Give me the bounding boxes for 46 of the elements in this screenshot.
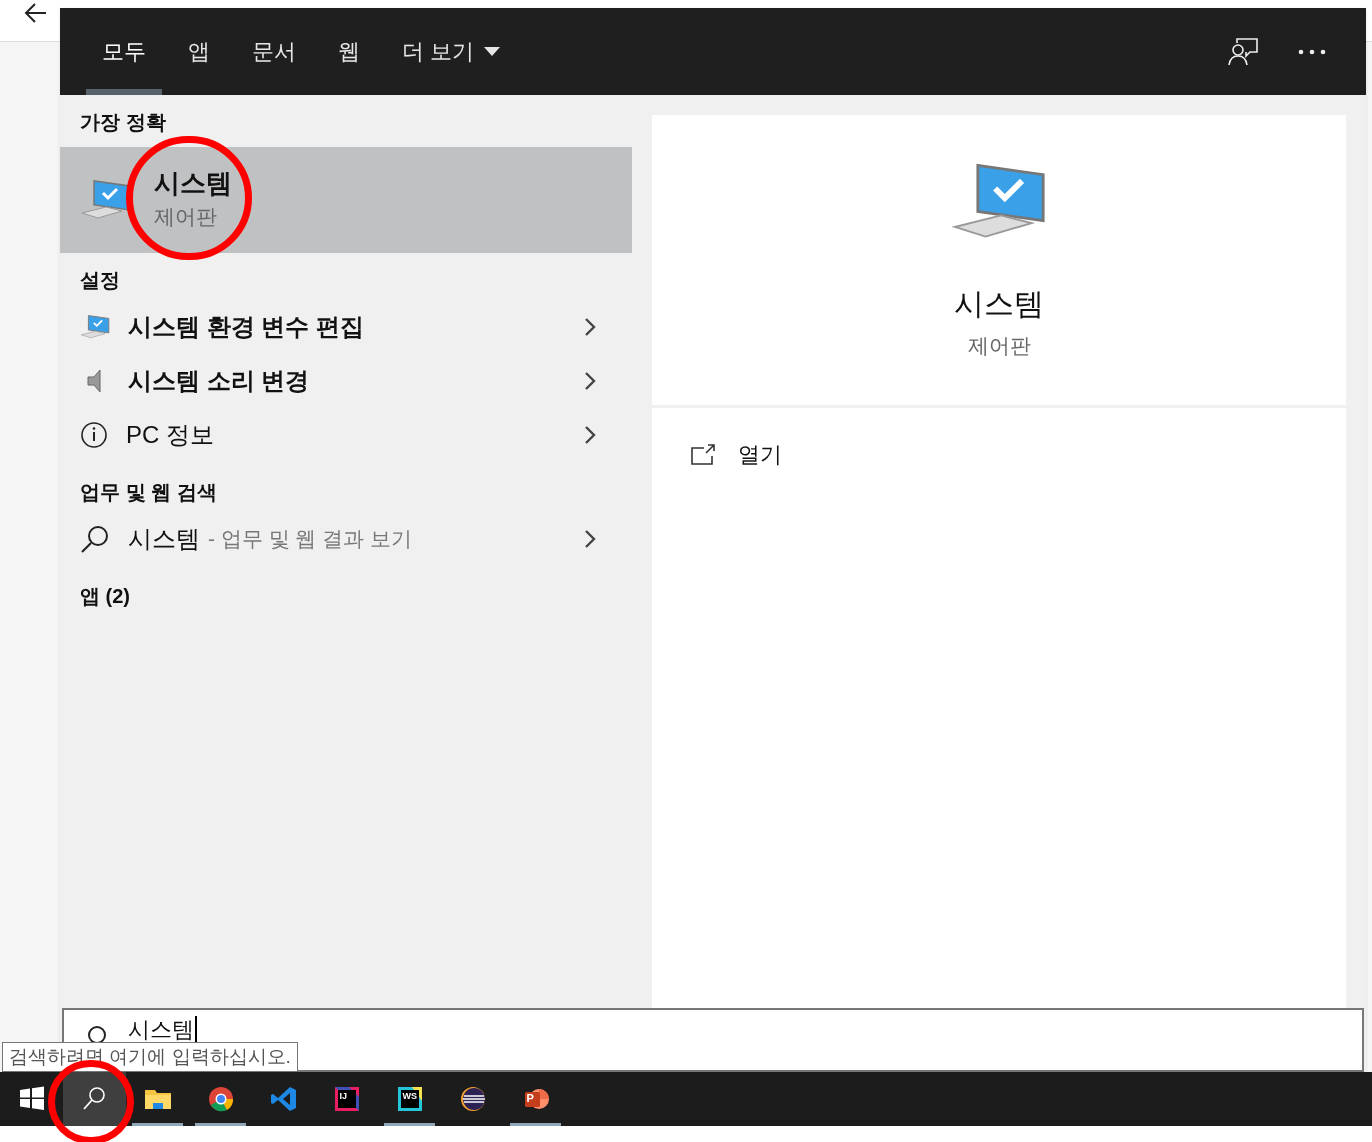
icon-letters: WS [402,1092,417,1101]
tab[interactable]: 더 보기 [386,8,517,95]
preview-subtitle: 제어판 [967,333,1031,359]
preview-title: 시스템 [954,286,1044,322]
section-heading: 가장 정확 [79,110,167,135]
taskbar-search-button[interactable] [63,1072,126,1126]
back-arrow-icon[interactable] [24,2,48,24]
windows-logo-icon [17,1085,46,1113]
tab[interactable]: 웹 [322,8,376,95]
section-heading: 업무 및 웹 검색 [79,480,218,505]
taskbar-powerpoint-button[interactable]: P [504,1072,567,1126]
chevron-right-icon [584,371,596,391]
item-label: 시스템 소리 변경 [128,366,310,396]
item-label: 시스템 [128,524,200,554]
icon-letters: P [526,1093,534,1104]
app-icon [395,1085,424,1113]
more-options-icon[interactable] [1298,48,1326,55]
open-external-icon [690,443,716,466]
app-icon [332,1085,361,1113]
best-match-item[interactable]: 시스템 제어판 [60,147,632,253]
item-label: PC 정보 [126,420,214,450]
icon-letters: IJ [339,1092,347,1101]
feedback-person-icon[interactable] [1228,37,1258,66]
chevron-right-icon [584,529,596,549]
item-hint: - 업무 및 웹 결과 보기 [208,526,413,553]
item-title: 시스템 [154,167,232,200]
tab[interactable]: 문서 [236,8,312,95]
computer-icon [80,313,110,341]
item-subtitle: 제어판 [154,204,218,230]
app-icon [269,1085,298,1113]
open-button[interactable]: 열기 [690,438,1308,471]
section-heading: 설정 [79,268,121,293]
tab[interactable]: 앱 [172,8,226,95]
caret-down-icon [484,47,501,56]
item-label: 시스템 환경 변수 편집 [128,312,364,342]
search-icon [80,524,110,554]
taskbar-webstorm-button[interactable]: WS [378,1072,441,1126]
section-heading: 앱 (2) [79,584,131,609]
info-icon [80,421,108,449]
app-icon [458,1085,487,1113]
chevron-right-icon [584,317,596,337]
app-icon [206,1085,235,1113]
chevron-right-icon [584,425,596,445]
result-item[interactable]: 시스템 - 업무 및 웹 결과 보기 [60,509,632,569]
tab[interactable]: 모두 [86,8,162,95]
taskbar-intellij-button[interactable]: IJ [315,1072,378,1126]
